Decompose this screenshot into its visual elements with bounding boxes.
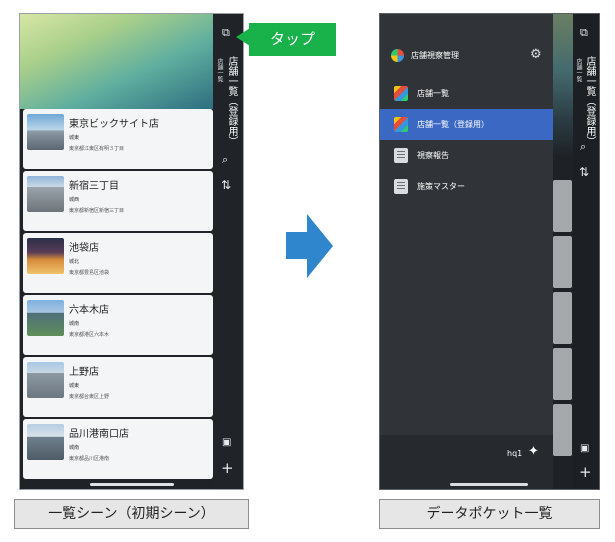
shop-address: 東京都江東区有明３丁目: [69, 146, 125, 152]
drawer-menu: 店舗一覧 店舗一覧（登録用） 視察報告 施策マスター: [380, 78, 553, 202]
user-pin-icon[interactable]: ✦: [528, 444, 539, 459]
shop-photo: [27, 176, 64, 212]
menu-item-label: 店舗一覧（登録用）: [417, 120, 489, 129]
menu-item-inspection-report[interactable]: 視察報告: [380, 140, 553, 171]
pocket-icon[interactable]: ⧉: [222, 27, 230, 38]
background-card: [553, 404, 572, 456]
list-item[interactable]: 上野店 城東 東京都台東区上野: [23, 357, 213, 417]
shop-name: 新宿三丁目: [69, 181, 119, 192]
document-icon: [394, 179, 408, 194]
data-pocket-drawer: 店舗視察管理 ⚙ 店舗一覧 店舗一覧（登録用） 視察報告 施策マスター hq1: [380, 14, 553, 489]
plus-icon[interactable]: +: [579, 465, 592, 480]
drawer-header: 店舗視察管理 ⚙: [380, 42, 553, 74]
list-item[interactable]: 六本木店 城南 東京都港区六本木: [23, 295, 213, 355]
home-indicator: [450, 483, 528, 486]
gear-icon[interactable]: ⚙: [530, 47, 542, 62]
shop-name: 池袋店: [69, 243, 99, 254]
shop-photo: [27, 114, 64, 150]
shop-photo: [27, 238, 64, 274]
header-background-image: [20, 14, 213, 109]
list-scene-screen: 東京ビックサイト店 城東 東京都江東区有明３丁目 新宿三丁目 城西 東京都新宿区…: [19, 13, 244, 490]
shop-area: 城東: [69, 383, 80, 389]
pocket-icon[interactable]: ⧉: [580, 27, 588, 38]
shop-address: 東京都豊島区池袋: [69, 270, 110, 276]
app-logo-icon: [391, 49, 404, 62]
menu-item-shop-list-registration[interactable]: 店舗一覧（登録用）: [380, 109, 553, 140]
sort-icon[interactable]: ⇅: [221, 179, 231, 191]
page-subtitle: 店舗一覧: [216, 58, 223, 82]
shop-name: 東京ビックサイト店: [69, 119, 159, 130]
shop-area: 城北: [69, 259, 80, 265]
shop-list-icon: [394, 117, 408, 132]
document-icon: [394, 148, 408, 163]
background-card: [553, 292, 572, 344]
search-icon[interactable]: ⌕: [580, 141, 586, 152]
background-card: [553, 180, 572, 232]
transition-arrow-head: [307, 214, 333, 278]
shop-photo: [27, 424, 64, 460]
caption-data-pocket: データポケット一覧: [379, 499, 600, 529]
page-title: 店舗一覧（登録用）: [226, 56, 237, 146]
shop-name: 六本木店: [69, 305, 109, 316]
shop-area: 城南: [69, 321, 80, 327]
page-title: 店舗一覧（登録用）: [584, 56, 595, 146]
page-subtitle: 店舗一覧: [575, 58, 582, 82]
shop-photo: [27, 300, 64, 336]
shop-name: 上野店: [69, 367, 99, 378]
plus-icon[interactable]: +: [221, 461, 234, 476]
sort-icon[interactable]: ⇅: [579, 166, 589, 178]
shop-address: 東京都新宿区新宿三丁目: [69, 208, 125, 214]
shop-area: 城西: [69, 197, 80, 203]
side-toolbar: ⧉ 店舗一覧（登録用） 店舗一覧 ⌕ ⇅ ▣ +: [573, 14, 599, 489]
list-item[interactable]: 品川港南口店 城南 東京都品川区港南: [23, 419, 213, 479]
data-pocket-screen: ⧉ 店舗一覧（登録用） 店舗一覧 ⌕ ⇅ ▣ + 店舗視察管理 ⚙ 店舗一覧 店…: [379, 13, 600, 490]
list-item[interactable]: 東京ビックサイト店 城東 東京都江東区有明３丁目: [23, 109, 213, 169]
shop-address: 東京都品川区港南: [69, 456, 110, 462]
shop-list-icon: [394, 86, 408, 101]
shop-area: 城東: [69, 135, 80, 141]
background-card: [553, 348, 572, 400]
drawer-title: 店舗視察管理: [411, 51, 459, 60]
menu-item-label: 施策マスター: [417, 182, 465, 191]
tap-callout: タップ: [249, 23, 336, 56]
list-item[interactable]: 池袋店 城北 東京都豊島区池袋: [23, 233, 213, 293]
menu-item-label: 視察報告: [417, 151, 449, 160]
list-item[interactable]: 新宿三丁目 城西 東京都新宿区新宿三丁目: [23, 171, 213, 231]
photo-icon[interactable]: ▣: [580, 444, 589, 454]
shop-list: 東京ビックサイト店 城東 東京都江東区有明３丁目 新宿三丁目 城西 東京都新宿区…: [23, 109, 213, 481]
side-toolbar: ⧉ 店舗一覧（登録用） 店舗一覧 ⌕ ⇅ ▣ +: [213, 14, 243, 489]
shop-area: 城南: [69, 445, 80, 451]
shop-photo: [27, 362, 64, 398]
background-card: [553, 236, 572, 288]
transition-arrow: [286, 232, 308, 259]
shop-address: 東京都港区六本木: [69, 332, 110, 338]
menu-item-label: 店舗一覧: [417, 89, 449, 98]
shop-name: 品川港南口店: [69, 429, 129, 440]
menu-item-measure-master[interactable]: 施策マスター: [380, 171, 553, 202]
callout-pointer: [236, 28, 250, 46]
photo-icon[interactable]: ▣: [222, 438, 231, 448]
caption-list-scene: 一覧シーン（初期シーン）: [14, 499, 249, 529]
shop-address: 東京都台東区上野: [69, 394, 110, 400]
drawer-footer: hq1 ✦: [380, 435, 553, 489]
menu-item-shop-list[interactable]: 店舗一覧: [380, 78, 553, 109]
user-name: hq1: [507, 449, 523, 458]
home-indicator: [90, 483, 174, 486]
search-icon[interactable]: ⌕: [222, 154, 228, 165]
